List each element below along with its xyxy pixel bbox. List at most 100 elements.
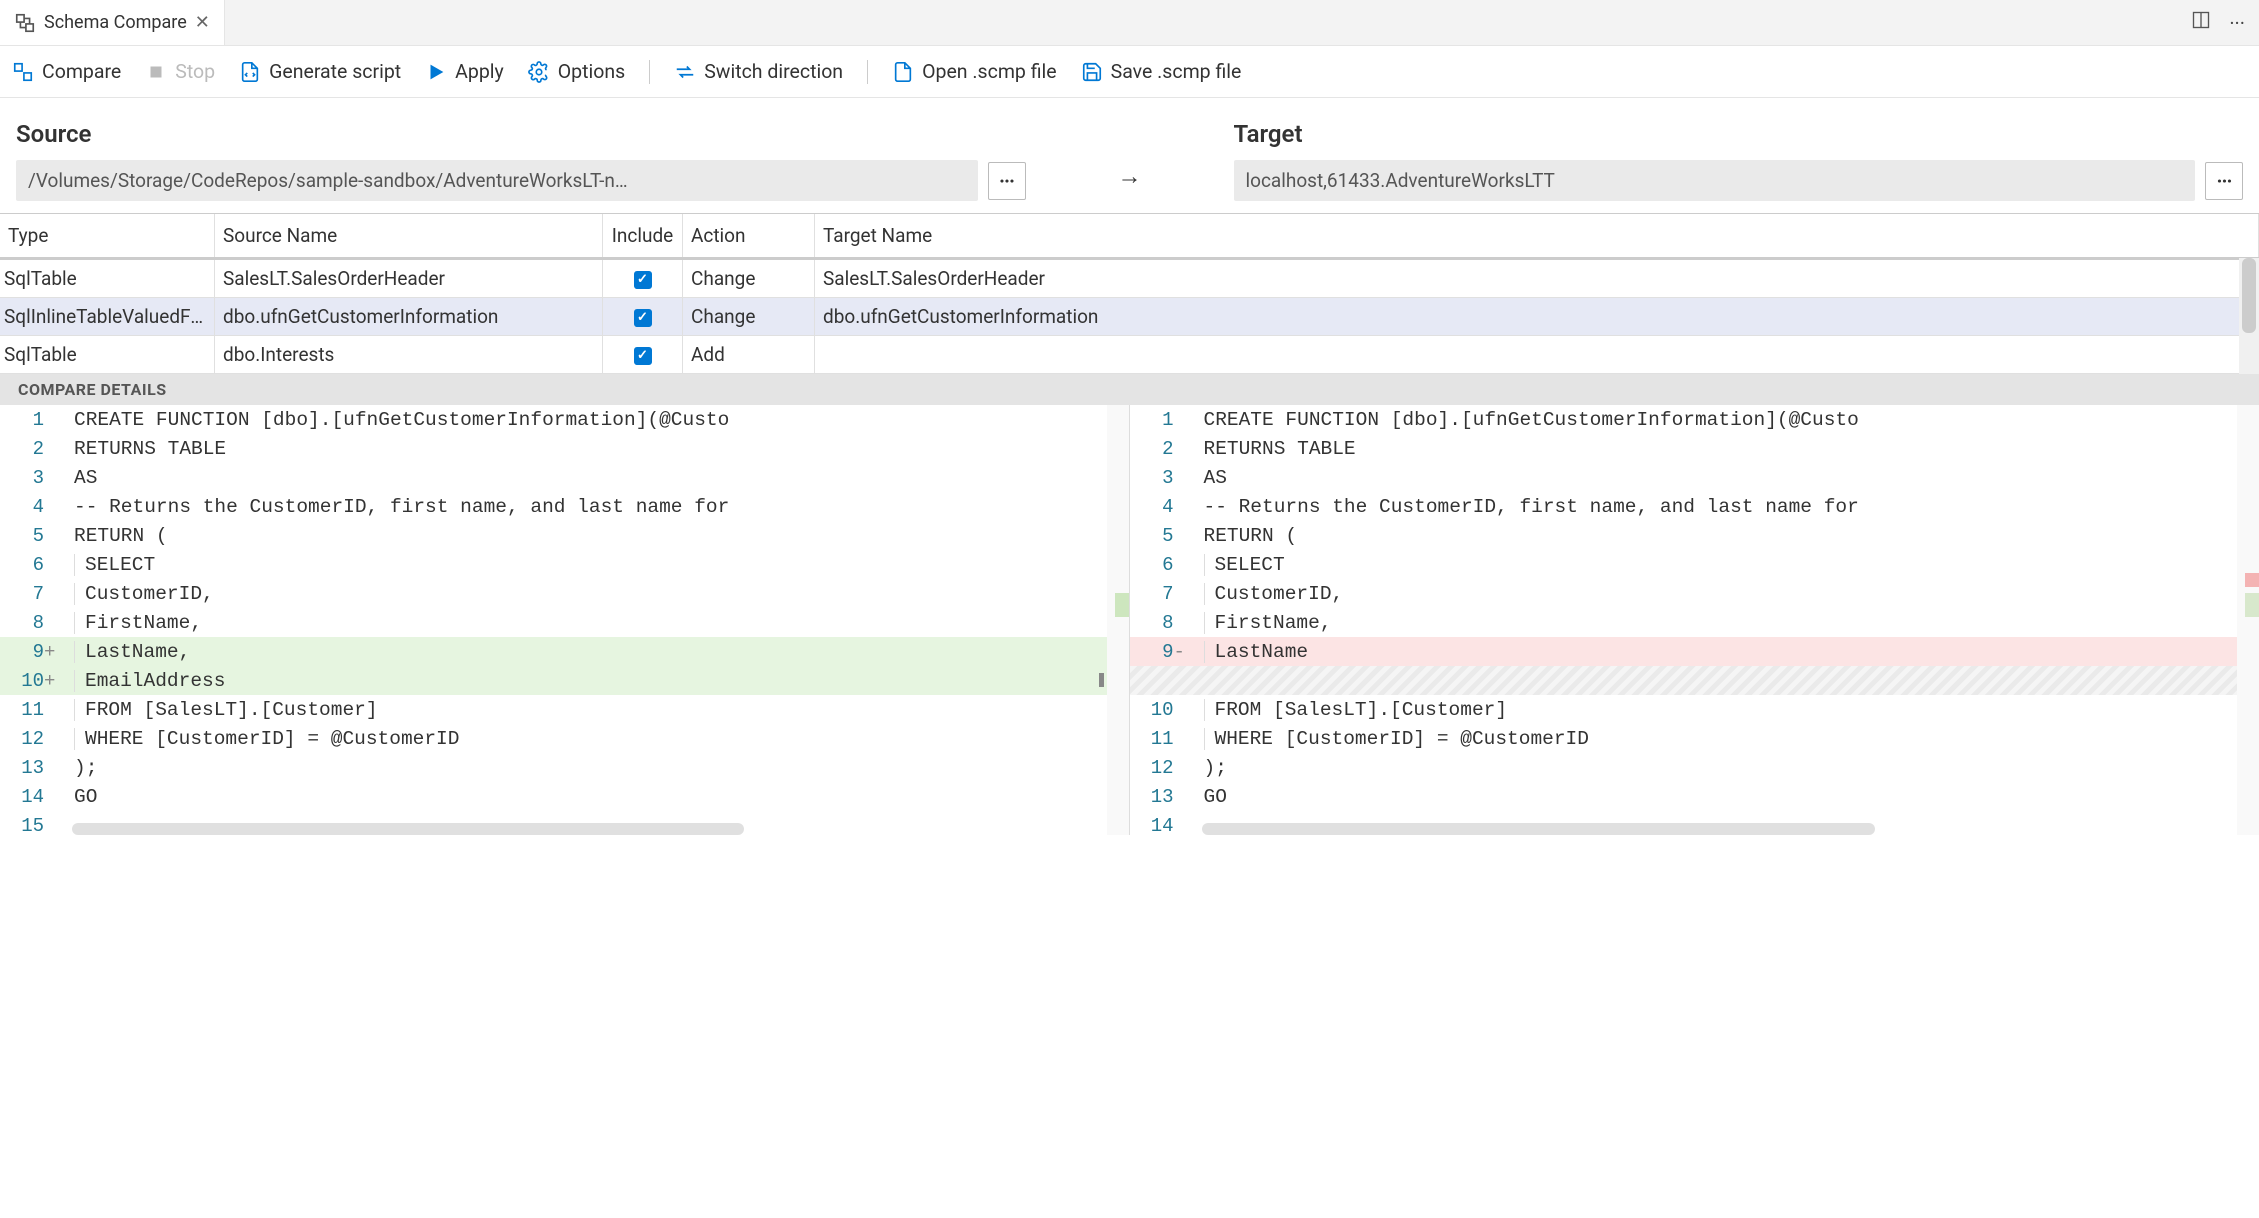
code-line: 2RETURNS TABLE [1130,434,2259,463]
grid-row[interactable]: SqlInlineTableValuedFu… dbo.ufnGetCustome… [0,298,2259,336]
source-column: Source /Volumes/Storage/CodeRepos/sample… [16,120,1026,201]
stop-icon [145,61,167,83]
generate-script-button[interactable]: Generate script [239,60,401,83]
editor-horizontal-scrollbar[interactable] [1202,823,2238,835]
line-number: 1 [0,409,62,431]
code-line: 1CREATE FUNCTION [dbo].[ufnGetCustomerIn… [0,405,1129,434]
code-line: 4-- Returns the CustomerID, first name, … [1130,492,2259,521]
line-number: 9+ [0,641,62,663]
line-number [1130,670,1192,692]
code-content: ); [1192,757,2259,779]
split-editor-icon[interactable] [2191,10,2211,35]
cell-include[interactable]: ✓ [603,336,683,373]
col-action[interactable]: Action [683,214,815,257]
save-file-button[interactable]: Save .scmp file [1081,60,1242,83]
grid-row[interactable]: SqlTabledbo.Interests✓Add [0,336,2259,374]
code-content: AS [62,467,1129,489]
code-line: 3AS [1130,463,2259,492]
col-target-name[interactable]: Target Name [815,214,2259,257]
code-line: 14GO [0,782,1129,811]
open-file-button[interactable]: Open .scmp file [892,60,1057,83]
col-source-name[interactable]: Source Name [215,214,603,257]
direction-arrow-icon: → [1106,162,1154,201]
stop-label: Stop [175,60,215,83]
target-input[interactable]: localhost,61433.AdventureWorksLTT [1234,160,2196,201]
code-line: 1CREATE FUNCTION [dbo].[ufnGetCustomerIn… [1130,405,2259,434]
editor-scrollbar-thumb[interactable] [1202,823,1875,835]
cell-target-name [815,336,2259,373]
target-browse-button[interactable]: ··· [2205,162,2243,200]
minimap-right[interactable] [2237,405,2259,835]
code-content: SELECT [62,554,1129,576]
source-browse-button[interactable]: ··· [988,162,1026,200]
code-content: LastName, [62,641,1129,663]
target-editor[interactable]: 1CREATE FUNCTION [dbo].[ufnGetCustomerIn… [1130,405,2259,835]
apply-label: Apply [455,60,504,83]
grid-scrollbar[interactable] [2239,258,2259,374]
include-checkbox[interactable]: ✓ [634,347,652,365]
code-line: 9-LastName [1130,637,2259,666]
editor-horizontal-scrollbar[interactable] [72,823,1107,835]
code-content: CustomerID, [1192,583,2259,605]
grid-row[interactable]: SqlTableSalesLT.SalesOrderHeader✓ChangeS… [0,260,2259,298]
script-icon [239,61,261,83]
code-line: 5RETURN ( [1130,521,2259,550]
include-checkbox[interactable]: ✓ [634,271,652,289]
gear-icon [528,61,550,83]
grid-body: SqlTableSalesLT.SalesOrderHeader✓ChangeS… [0,260,2259,374]
code-line: 5RETURN ( [0,521,1129,550]
line-number: 11 [1130,728,1192,750]
more-actions-icon[interactable]: ··· [2229,11,2245,35]
cell-type: SqlInlineTableValuedFu… [0,298,215,335]
compare-icon [12,61,34,83]
line-number: 3 [1130,467,1192,489]
line-number: 9- [1130,641,1192,663]
generate-label: Generate script [269,60,401,83]
source-input[interactable]: /Volumes/Storage/CodeRepos/sample-sandbo… [16,160,978,201]
code-content: CustomerID, [62,583,1129,605]
source-target-header: Source /Volumes/Storage/CodeRepos/sample… [0,98,2259,213]
code-content: EmailAddress [62,670,1129,692]
overview-ruler-marker [1099,673,1104,687]
cell-target-name: dbo.ufnGetCustomerInformation [815,298,2259,335]
options-button[interactable]: Options [528,60,625,83]
line-number: 13 [1130,786,1192,808]
code-line: 11WHERE [CustomerID] = @CustomerID [1130,724,2259,753]
editor-scrollbar-thumb[interactable] [72,823,744,835]
cell-include[interactable]: ✓ [603,298,683,335]
minimap-placeholder-marker [2245,593,2259,617]
cell-source-name: SalesLT.SalesOrderHeader [215,260,603,297]
switch-direction-button[interactable]: Switch direction [674,60,843,83]
code-content: FirstName, [62,612,1129,634]
source-editor[interactable]: 1CREATE FUNCTION [dbo].[ufnGetCustomerIn… [0,405,1130,835]
cell-include[interactable]: ✓ [603,260,683,297]
cell-target-name: SalesLT.SalesOrderHeader [815,260,2259,297]
diff-editors: 1CREATE FUNCTION [dbo].[ufnGetCustomerIn… [0,405,2259,835]
grid-scrollbar-thumb[interactable] [2242,258,2256,333]
line-number: 14 [0,786,62,808]
schema-compare-icon [14,12,36,34]
code-line: 13); [0,753,1129,782]
code-content: CREATE FUNCTION [dbo].[ufnGetCustomerInf… [62,409,1129,431]
minimap-left[interactable] [1107,405,1129,835]
include-checkbox[interactable]: ✓ [634,309,652,327]
line-number: 8 [0,612,62,634]
col-include[interactable]: Include [603,214,683,257]
code-line: 10FROM [SalesLT].[Customer] [1130,695,2259,724]
apply-button[interactable]: Apply [425,60,504,83]
code-content: RETURNS TABLE [1192,438,2259,460]
col-type[interactable]: Type [0,214,215,257]
line-number: 10+ [0,670,62,692]
switch-icon [674,61,696,83]
tab-schema-compare[interactable]: Schema Compare ✕ [0,0,225,45]
grid-header: Type Source Name Include Action Target N… [0,214,2259,260]
play-icon [425,61,447,83]
line-number: 1 [1130,409,1192,431]
line-number: 12 [0,728,62,750]
close-icon[interactable]: ✕ [195,12,210,33]
code-content: WHERE [CustomerID] = @CustomerID [62,728,1129,750]
compare-button[interactable]: Compare [12,60,121,83]
code-content: WHERE [CustomerID] = @CustomerID [1192,728,2259,750]
code-line: 7CustomerID, [0,579,1129,608]
code-content: RETURN ( [1192,525,2259,547]
